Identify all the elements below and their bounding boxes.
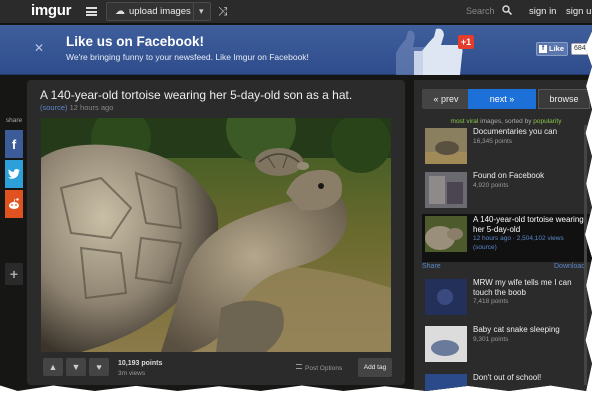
post-time: 12 hours ago [69,103,114,112]
post-views: 3m views [118,370,146,377]
facebook-share-icon[interactable]: f [5,130,23,158]
downvote-button[interactable]: ▼ [66,358,86,376]
list-item[interactable]: Don't out of school! [422,372,592,391]
thumbnail-image [425,374,467,391]
next-button[interactable]: next » [468,89,536,109]
sort-key-link[interactable]: popularity [533,118,561,125]
browser-frame: { "nav": {"logo": "imgur", "upload_label… [0,0,592,391]
post-options-label: Post Options [305,365,343,372]
list-item-title: Baby cat snake sleeping [473,325,560,334]
imgur-logo[interactable]: imgur [31,2,71,19]
list-item-active[interactable]: A 140-year-old tortoise wearing her 5-da… [422,214,592,262]
browse-button[interactable]: browse [538,89,590,109]
list-item[interactable]: Documentaries you can 16,345 points [422,126,592,172]
download-link[interactable]: Download [554,263,585,270]
list-item-meta: 7,418 points [473,298,509,305]
post-points: 10,193 points [118,360,163,367]
list-item-title: Don't out of school! [473,373,542,382]
share-label: share [5,117,23,124]
upload-images-button[interactable]: ☁ upload images ▾ [106,2,211,21]
thumbs-up-icon: +1 [396,28,474,75]
share-bar: share f + [4,117,24,285]
list-item[interactable]: MRW my wife tells me I can touch the boo… [422,277,592,323]
facebook-like-widget[interactable]: f Like 684k [536,42,592,56]
post-title: A 140-year-old tortoise wearing her 5-da… [40,88,353,102]
list-item-meta: 4,920 points [473,182,509,189]
upload-divider [193,3,194,20]
post-meta: (source) 12 hours ago [40,103,113,112]
facebook-icon: f [539,45,547,53]
twitter-bird-icon [8,169,20,179]
arrow-down-icon: ▼ [71,362,81,372]
sign-up-link[interactable]: sign up [566,6,592,17]
search-input[interactable]: Search [466,6,495,16]
upload-label: upload images [129,6,191,17]
thumbnail-image [425,326,467,362]
thumbnail-image [425,279,467,315]
add-tag-button[interactable]: Add tag [358,358,392,377]
more-share-icon[interactable]: + [5,263,23,285]
sign-in-link[interactable]: sign in [529,6,556,17]
like-count: 684k [571,43,592,55]
share-link[interactable]: Share [422,263,441,270]
thumbnail-image [425,128,467,164]
search-icon[interactable] [502,5,512,15]
list-item-title: A 140-year-old tortoise wearing her 5-da… [473,215,584,234]
like-label: Like [549,44,565,53]
close-icon[interactable]: ✕ [34,41,44,55]
list-item[interactable]: Found on Facebook 4,920 points [422,170,592,216]
arrow-up-icon: ▲ [48,362,58,372]
share-row: Share Download [422,263,592,270]
sort-line: most viral images, sorted by popularity [422,118,590,125]
plus-one-badge: +1 [461,37,471,47]
facebook-like-button[interactable]: f Like [536,42,569,56]
thumbnail-list: Documentaries you can 16,345 points Foun… [422,126,592,391]
twitter-share-icon[interactable] [5,160,23,188]
list-item-meta: 12 hours ago · 2,504,102 views [473,235,564,242]
post-source-link[interactable]: (source) [40,103,68,112]
tortoise-photo [41,118,391,352]
sort-section-link[interactable]: most viral [451,118,479,125]
cloud-upload-icon: ☁ [115,6,125,17]
favorite-button[interactable]: ♥ [89,358,109,376]
list-item-meta: 16,345 points [473,138,513,145]
thumbnail-image [425,216,467,252]
post-image[interactable] [41,118,391,352]
list-item-title: Documentaries you can [473,127,558,136]
sort-text: images, sorted by [478,118,534,125]
upvote-button[interactable]: ▲ [43,358,63,376]
random-shuffle-icon[interactable]: ⤨ [218,4,228,19]
chevron-down-icon[interactable]: ▾ [199,6,204,17]
scrollbar[interactable] [584,125,587,385]
options-icon [296,364,302,369]
banner-title: Like us on Facebook! [66,34,205,49]
list-item-title: Found on Facebook [473,171,545,180]
post-panel: A 140-year-old tortoise wearing her 5-da… [27,80,405,385]
top-nav: imgur ☁ upload images ▾ ⤨ Search sign in… [0,0,592,24]
menu-icon[interactable] [86,7,97,16]
facebook-banner: ✕ Like us on Facebook! We're bringing fu… [0,25,592,75]
post-options-button[interactable]: Post Options [296,364,342,372]
list-item-source[interactable]: (source) [473,244,497,251]
reddit-share-icon[interactable] [5,190,23,218]
heart-icon: ♥ [96,362,102,372]
prev-button[interactable]: « prev [422,89,470,109]
list-item-meta: 9,301 points [473,336,509,343]
reddit-alien-icon [9,198,19,209]
list-item-title: MRW my wife tells me I can touch the boo… [473,278,572,297]
sidebar: « prev next » browse most viral images, … [414,80,592,391]
list-item[interactable]: Baby cat snake sleeping 9,301 points [422,324,592,370]
thumbnail-image [425,172,467,208]
page: { "nav": {"logo": "imgur", "upload_label… [0,0,600,399]
banner-subtitle: We're bringing funny to your newsfeed. L… [66,52,309,62]
